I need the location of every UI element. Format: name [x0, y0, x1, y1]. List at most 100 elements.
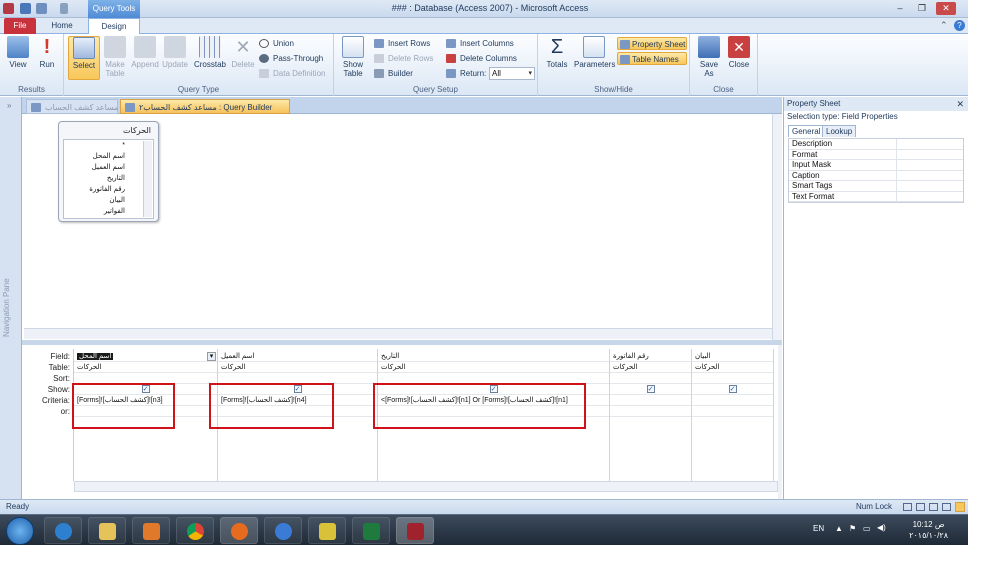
- taskbar-access[interactable]: [396, 517, 434, 544]
- property-row[interactable]: Caption: [789, 170, 963, 181]
- grid-vertical-scrollbar[interactable]: [778, 345, 782, 499]
- return-select[interactable]: All ▾: [489, 67, 535, 80]
- field-list-item[interactable]: *: [64, 140, 153, 151]
- expand-nav-icon[interactable]: »: [7, 101, 11, 110]
- show-hidden-icons-icon[interactable]: ▲: [835, 524, 843, 533]
- tab-lookup[interactable]: Lookup: [822, 125, 857, 137]
- network-icon[interactable]: ▭: [863, 524, 871, 533]
- view-button[interactable]: View: [3, 36, 33, 69]
- insert-columns-button[interactable]: Insert Columns: [446, 37, 514, 50]
- criteria-cell[interactable]: [610, 396, 691, 406]
- taskbar-media-player[interactable]: [132, 517, 170, 544]
- criteria-cell[interactable]: [692, 396, 773, 406]
- close-icon[interactable]: ✕: [956, 97, 964, 111]
- field-list-table[interactable]: الحركات * اسم المحل اسم العميل التاريخ ر…: [58, 121, 159, 222]
- chevron-down-icon[interactable]: ▾: [207, 352, 216, 361]
- field-list-item[interactable]: البيان: [64, 195, 153, 206]
- field-list-item[interactable]: رقم الفاتورة: [64, 184, 153, 195]
- pass-through-button[interactable]: Pass-Through: [259, 52, 323, 65]
- table-cell[interactable]: الحركات: [74, 363, 217, 373]
- field-cell[interactable]: التاريخ: [378, 352, 609, 362]
- field-list-scrollbar[interactable]: [143, 141, 152, 217]
- builder-button[interactable]: Builder: [374, 67, 413, 80]
- minimize-button[interactable]: –: [890, 2, 910, 15]
- taskbar-firefox[interactable]: [220, 517, 258, 544]
- upper-vertical-scrollbar[interactable]: [772, 114, 782, 340]
- taskbar-video-editor[interactable]: [308, 517, 346, 544]
- union-button[interactable]: Union: [259, 37, 294, 50]
- grid-horizontal-scrollbar[interactable]: [74, 481, 778, 492]
- delete-rows-button[interactable]: Delete Rows: [374, 52, 433, 65]
- save-as-button[interactable]: Save As: [694, 36, 724, 78]
- save-icon[interactable]: [20, 3, 31, 14]
- close-query-button[interactable]: ✕ Close: [724, 36, 754, 69]
- data-definition-button[interactable]: Data Definition: [259, 67, 325, 80]
- property-row[interactable]: Format: [789, 149, 964, 160]
- field-list-item[interactable]: اسم المحل: [64, 151, 153, 162]
- pivot-table-icon[interactable]: [916, 503, 925, 511]
- property-value[interactable]: [896, 139, 964, 149]
- field-cell[interactable]: اسم العميل: [218, 352, 377, 362]
- field-list-item[interactable]: التاريخ: [64, 173, 153, 184]
- taskbar-chrome[interactable]: [176, 517, 214, 544]
- parameters-button[interactable]: Parameters: [574, 36, 615, 69]
- property-row[interactable]: Input Mask: [789, 160, 963, 171]
- tab-home[interactable]: Home: [42, 18, 82, 34]
- taskbar-excel[interactable]: [352, 517, 390, 544]
- field-list-item[interactable]: اسم العميل: [64, 162, 153, 173]
- tab-design[interactable]: Design: [88, 18, 140, 35]
- make-table-button[interactable]: Make Table: [100, 36, 130, 78]
- pivot-chart-icon[interactable]: [929, 503, 938, 511]
- field-cell[interactable]: اسم المحل ▾: [74, 352, 217, 362]
- property-value[interactable]: [896, 181, 964, 191]
- property-row[interactable]: Description: [789, 139, 963, 150]
- access-app-icon[interactable]: [3, 3, 14, 14]
- sort-cell[interactable]: [610, 374, 691, 384]
- taskbar-explorer[interactable]: [88, 517, 126, 544]
- update-button[interactable]: Update: [160, 36, 190, 69]
- help-icon[interactable]: ?: [954, 20, 965, 31]
- insert-rows-button[interactable]: Insert Rows: [374, 37, 430, 50]
- field-list-item[interactable]: الفواتير: [64, 206, 153, 217]
- run-button[interactable]: ! Run: [32, 36, 62, 69]
- language-indicator[interactable]: EN: [813, 524, 824, 533]
- taskbar-ie[interactable]: [44, 517, 82, 544]
- field-list[interactable]: * اسم المحل اسم العميل التاريخ رقم الفات…: [63, 139, 154, 219]
- tab-general[interactable]: General: [788, 125, 825, 137]
- property-value[interactable]: [896, 160, 964, 170]
- restore-button[interactable]: ❐: [912, 2, 932, 15]
- table-names-button[interactable]: Table Names: [617, 52, 687, 65]
- doc-tab-form[interactable]: مساعد كشف الحساب: [26, 99, 118, 114]
- show-checkbox[interactable]: ✓: [728, 385, 737, 393]
- delete-query-button[interactable]: ✕ Delete: [228, 36, 258, 69]
- property-row[interactable]: Smart Tags: [789, 181, 963, 192]
- close-window-button[interactable]: ✕: [936, 2, 956, 15]
- taskbar-app[interactable]: [264, 517, 302, 544]
- property-value[interactable]: [896, 191, 964, 201]
- show-checkbox[interactable]: ✓: [646, 385, 655, 393]
- property-row[interactable]: Text Format: [789, 191, 964, 202]
- totals-button[interactable]: Σ Totals: [542, 36, 572, 69]
- delete-columns-button[interactable]: Delete Columns: [446, 52, 517, 65]
- tab-file[interactable]: File: [4, 18, 36, 34]
- clock[interactable]: ص 10:12 ٢٠١٥/١٠/٢٨: [909, 519, 948, 541]
- navigation-pane[interactable]: » Navigation Pane: [0, 97, 22, 499]
- table-cell[interactable]: الحركات: [378, 363, 609, 373]
- property-value[interactable]: [896, 149, 964, 159]
- select-query-button[interactable]: Select: [68, 36, 100, 80]
- upper-horizontal-scrollbar[interactable]: [24, 328, 772, 339]
- flag-icon[interactable]: ⚑: [849, 524, 856, 533]
- crosstab-button[interactable]: Crosstab: [192, 36, 228, 69]
- property-sheet-button[interactable]: Property Sheet: [617, 37, 687, 50]
- show-table-button[interactable]: Show Table: [338, 36, 368, 78]
- or-cell[interactable]: [610, 407, 691, 417]
- sql-view-icon[interactable]: [942, 503, 951, 511]
- field-cell[interactable]: رقم الفاتورة: [610, 352, 691, 362]
- design-view-icon[interactable]: [955, 502, 965, 512]
- undo-icon[interactable]: [36, 3, 47, 14]
- start-button[interactable]: [6, 517, 34, 545]
- customize-qat-icon[interactable]: [60, 3, 68, 14]
- sort-cell[interactable]: [692, 374, 773, 384]
- ribbon-collapse-icon[interactable]: ⌃: [940, 20, 950, 30]
- field-cell[interactable]: البيان: [692, 352, 773, 362]
